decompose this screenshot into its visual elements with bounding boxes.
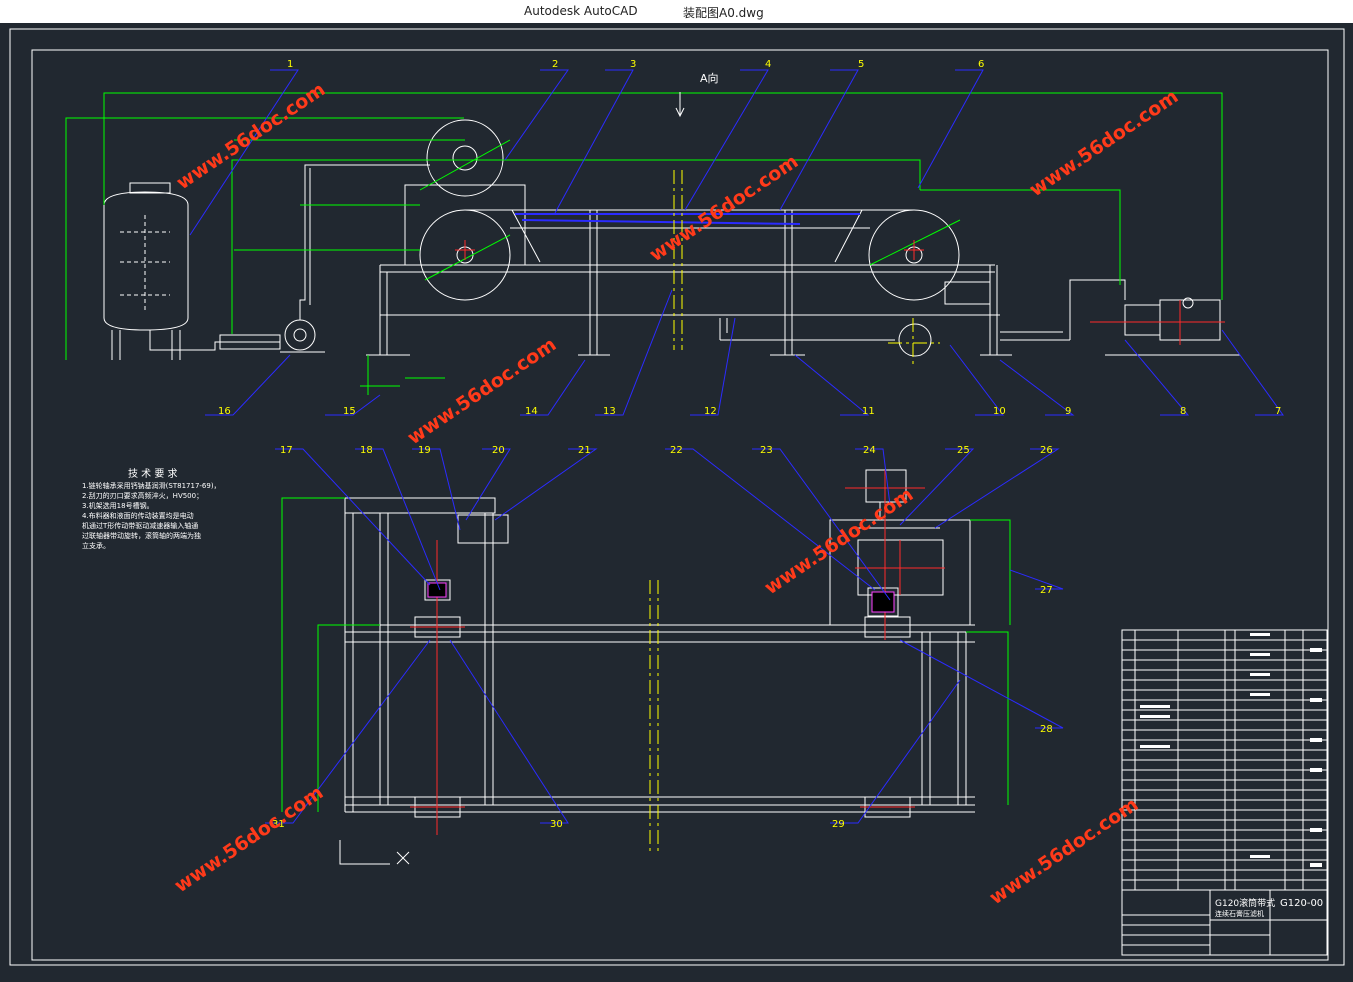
- callout-18: 18: [360, 445, 373, 456]
- tech-req-line: 4.布料器和液面的传动装置均是电动: [82, 511, 194, 520]
- callout-15: 15: [343, 406, 356, 417]
- title-product-sub: 连续石膏压滤机: [1215, 909, 1264, 918]
- callout-4: 4: [765, 59, 771, 70]
- callout-1: 1: [287, 59, 293, 70]
- drawing-canvas[interactable]: A向 1 2 3 4 5 6 7 8 9 10 11 12 13 14 15 1…: [0, 23, 1353, 982]
- a-view-arrow: [675, 92, 685, 118]
- callout-7: 7: [1275, 406, 1281, 417]
- callout-26: 26: [1040, 445, 1053, 456]
- tech-req-title: 技 术 要 求: [128, 467, 178, 480]
- callout-25: 25: [957, 445, 970, 456]
- callout-14: 14: [525, 406, 538, 417]
- tech-req-line: 2.刮刀的刃口要求高频淬火，HV500；: [82, 491, 203, 500]
- watermark: www.56doc.com: [985, 793, 1142, 909]
- tech-req-line: 立支承。: [82, 541, 110, 550]
- callout-9: 9: [1065, 406, 1071, 417]
- tech-req-line: 1.链轮轴承采用钙钠基润滑(ST81717-69)，: [82, 481, 221, 490]
- callout-12: 12: [704, 406, 717, 417]
- plan-accents-magenta: [427, 582, 895, 613]
- watermark: www.56doc.com: [645, 150, 802, 266]
- tech-requirements: 技 术 要 求 1.链轮轴承采用钙钠基润滑(ST81717-69)， 2.刮刀的…: [82, 467, 221, 550]
- file-name: 装配图A0.dwg: [683, 6, 764, 20]
- tech-req-line: 3.机架选用18号槽钢。: [82, 501, 154, 510]
- callout-5: 5: [858, 59, 864, 70]
- callout-2: 2: [552, 59, 558, 70]
- title-bar: Autodesk AutoCAD 装配图A0.dwg: [0, 0, 1353, 23]
- callout-23: 23: [760, 445, 773, 456]
- watermark: www.56doc.com: [172, 78, 329, 194]
- title-product: G120滚筒带式: [1215, 897, 1275, 909]
- callout-27: 27: [1040, 585, 1053, 596]
- title-drawing-no: G120-00: [1280, 898, 1323, 909]
- tank-internals: [120, 215, 170, 310]
- callout-24: 24: [863, 445, 876, 456]
- tech-req-line: 过联轴器带动旋转，滚筒轴的两端为独: [82, 531, 201, 540]
- plan-centerlines-yellow: [649, 580, 659, 855]
- callout-16: 16: [218, 406, 231, 417]
- callout-8: 8: [1180, 406, 1186, 417]
- callout-30: 30: [550, 819, 563, 830]
- watermark: www.56doc.com: [1025, 85, 1182, 201]
- app-name: Autodesk AutoCAD: [524, 4, 638, 18]
- centerlines-yellow: [673, 170, 940, 365]
- dimensions-plan: [281, 497, 1011, 812]
- sheet-border-inner: [31, 49, 1329, 961]
- callout-22: 22: [670, 445, 683, 456]
- callout-28: 28: [1040, 724, 1053, 735]
- watermark: www.56doc.com: [403, 333, 560, 449]
- centers-top: [455, 240, 1225, 345]
- callout-10: 10: [993, 406, 1006, 417]
- callout-13: 13: [603, 406, 616, 417]
- callout-17: 17: [280, 445, 293, 456]
- callout-3: 3: [630, 59, 636, 70]
- callout-6: 6: [978, 59, 984, 70]
- leaders-plan: [265, 448, 1064, 824]
- watermark: www.56doc.com: [760, 483, 917, 599]
- callout-29: 29: [832, 819, 845, 830]
- watermark: www.56doc.com: [170, 781, 327, 897]
- callout-19: 19: [418, 445, 431, 456]
- callout-20: 20: [492, 445, 505, 456]
- view-label: A向: [700, 71, 719, 85]
- callout-11: 11: [862, 406, 875, 417]
- callout-21: 21: [578, 445, 591, 456]
- tech-req-line: 机通过T形传动带驱动减速器输入轴通: [82, 521, 198, 530]
